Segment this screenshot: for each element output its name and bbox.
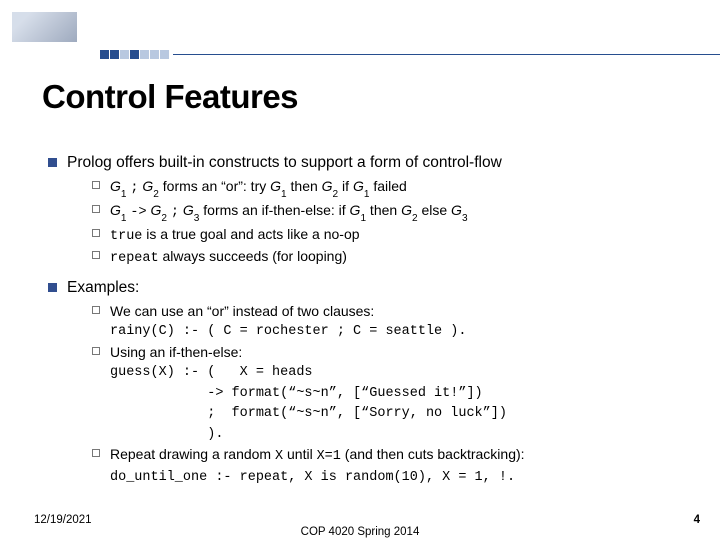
bullet-text: Examples: <box>67 278 139 298</box>
bullet-level2: repeat always succeeds (for looping) <box>92 247 692 268</box>
bullet-level2: We can use an “or” instead of two clause… <box>92 302 692 341</box>
filled-square-icon <box>48 158 57 167</box>
hollow-square-icon <box>92 205 100 213</box>
bullet-text: Prolog offers built-in constructs to sup… <box>67 153 502 173</box>
accent-square-icon <box>120 50 129 59</box>
accent-rule <box>173 54 720 56</box>
sublist: We can use an “or” instead of two clause… <box>92 302 692 486</box>
slide-body: Prolog offers built-in constructs to sup… <box>48 150 692 496</box>
bullet-text: true is a true goal and acts like a no-o… <box>110 225 360 246</box>
hollow-square-icon <box>92 181 100 189</box>
bullet-level2: Repeat drawing a random X until X=1 (and… <box>92 445 692 486</box>
bullet-text: Repeat drawing a random X until X=1 (and… <box>110 445 525 486</box>
bullet-level1: Prolog offers built-in constructs to sup… <box>48 153 692 173</box>
bullet-text: G1 ; G2 forms an “or”: try G1 then G2 if… <box>110 177 407 199</box>
bullet-level1: Examples: <box>48 278 692 298</box>
hollow-square-icon <box>92 347 100 355</box>
sublist: G1 ; G2 forms an “or”: try G1 then G2 if… <box>92 177 692 268</box>
slide-title: Control Features <box>42 78 298 116</box>
accent-square-icon <box>150 50 159 59</box>
accent-square-icon <box>160 50 169 59</box>
bullet-level2: true is a true goal and acts like a no-o… <box>92 225 692 246</box>
bullet-text: G1 -> G2 ; G3 forms an if-then-else: if … <box>110 201 468 223</box>
footer-date: 12/19/2021 <box>34 514 92 526</box>
accent-bar <box>100 50 720 59</box>
bullet-text: We can use an “or” instead of two clause… <box>110 302 466 341</box>
hollow-square-icon <box>92 229 100 237</box>
bullet-level2: G1 -> G2 ; G3 forms an if-then-else: if … <box>92 201 692 223</box>
corner-thumbnail <box>12 12 77 42</box>
footer-page: 4 <box>694 514 700 526</box>
filled-square-icon <box>48 283 57 292</box>
slide: Control Features Prolog offers built-in … <box>0 0 720 540</box>
bullet-text: Using an if-then-else:guess(X) :- ( X = … <box>110 343 507 443</box>
accent-square-icon <box>130 50 139 59</box>
accent-square-icon <box>140 50 149 59</box>
bullet-text: repeat always succeeds (for looping) <box>110 247 347 268</box>
accent-square-icon <box>110 50 119 59</box>
accent-square-icon <box>100 50 109 59</box>
hollow-square-icon <box>92 251 100 259</box>
bullet-level2: Using an if-then-else:guess(X) :- ( X = … <box>92 343 692 443</box>
hollow-square-icon <box>92 306 100 314</box>
bullet-level2: G1 ; G2 forms an “or”: try G1 then G2 if… <box>92 177 692 199</box>
footer-course: COP 4020 Spring 2014 <box>0 526 720 538</box>
hollow-square-icon <box>92 449 100 457</box>
